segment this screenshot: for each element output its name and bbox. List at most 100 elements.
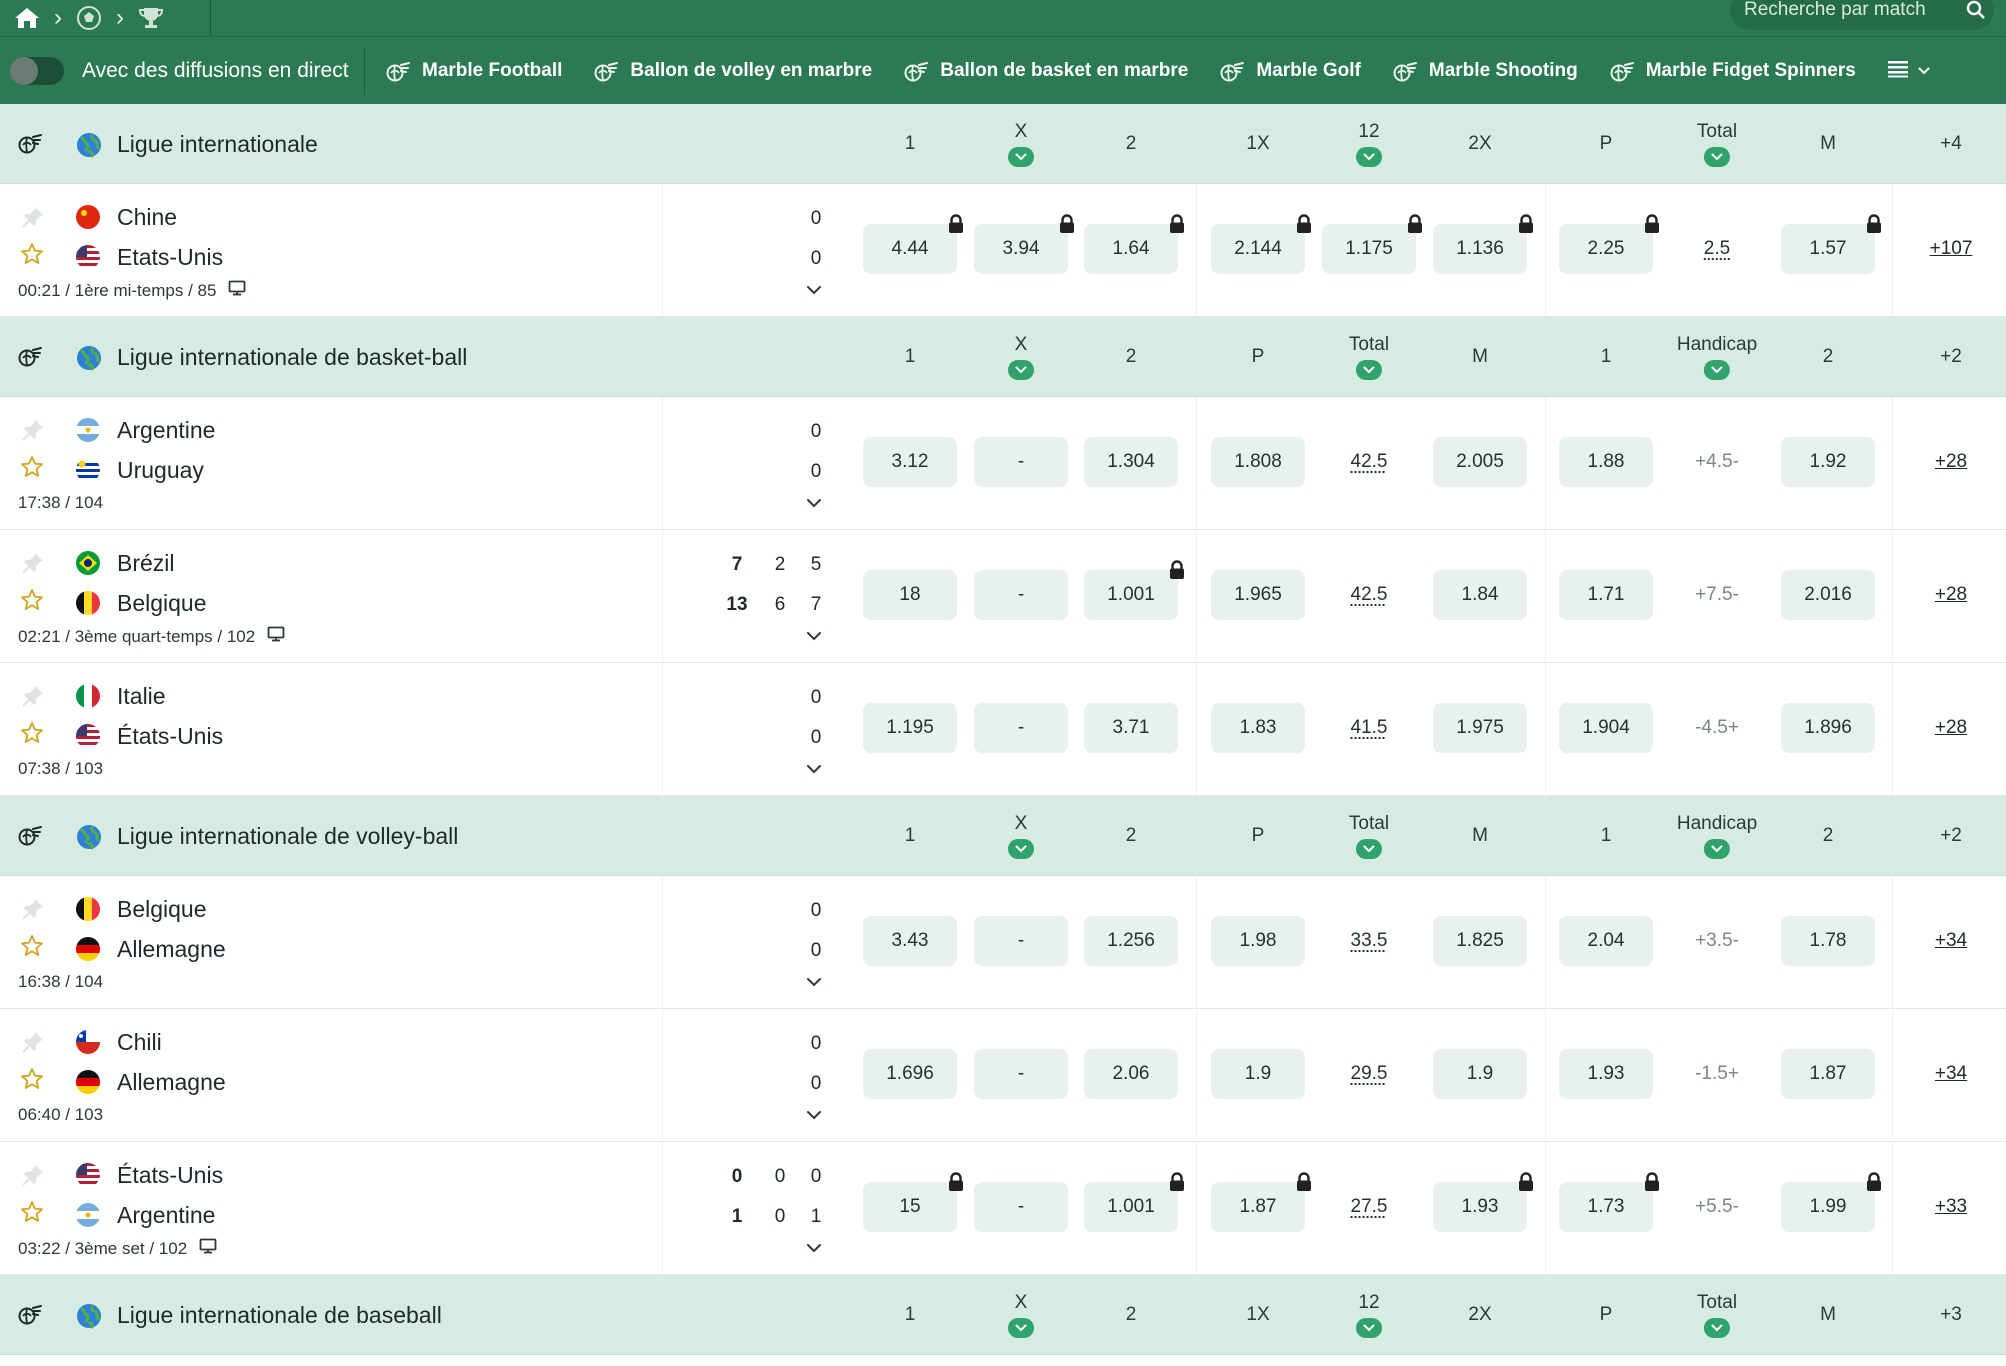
odd-button[interactable]: 3.71	[1084, 703, 1178, 753]
odd-button[interactable]: 1.88	[1559, 437, 1653, 487]
team-name[interactable]: Belgique	[117, 590, 207, 617]
category-tab[interactable]: Marble Fidget Spinners	[1610, 60, 1856, 82]
odd-button[interactable]: 1.896	[1781, 703, 1875, 753]
odd-button[interactable]: 1.195	[863, 703, 957, 753]
odd-button[interactable]: 1.78	[1781, 916, 1875, 966]
total-line-value[interactable]: 29.5	[1351, 1049, 1388, 1099]
odd-button[interactable]: -	[974, 1049, 1068, 1099]
market-column-header[interactable]: 12	[1356, 1275, 1382, 1355]
odd-button[interactable]: 1.71	[1559, 570, 1653, 620]
pin-icon[interactable]	[20, 683, 46, 714]
market-column-header[interactable]: Total	[1697, 104, 1737, 184]
odd-button[interactable]: 1.9	[1211, 1049, 1305, 1099]
chevron-down-icon[interactable]	[1703, 147, 1730, 167]
odd-button[interactable]: 1.304	[1084, 437, 1178, 487]
more-bets-link[interactable]: +34	[1935, 1049, 1967, 1099]
team-name[interactable]: Allemagne	[117, 936, 226, 963]
odd-button[interactable]: -	[974, 916, 1068, 966]
odd-button[interactable]: 1.001	[1084, 560, 1184, 620]
league-name[interactable]: Ligue internationale de basket-ball	[117, 317, 467, 397]
more-bets-link[interactable]: +33	[1935, 1182, 1967, 1232]
odd-button[interactable]: 1.87	[1211, 1172, 1311, 1232]
event-row[interactable]: Chili 0 Allemagne 0 06:40 / 103 1.696 - 2.06 1.9…	[0, 1009, 2006, 1142]
odd-button[interactable]: 1.92	[1781, 437, 1875, 487]
odd-button[interactable]: 1.73	[1559, 1172, 1659, 1232]
odd-button[interactable]: 2.016	[1781, 570, 1875, 620]
odd-button[interactable]: 1.57	[1781, 214, 1881, 274]
chevron-down-icon[interactable]	[1703, 1318, 1730, 1338]
live-stream-icon[interactable]	[228, 280, 246, 301]
odd-button[interactable]: 1.975	[1433, 703, 1527, 753]
event-row[interactable]: Chine 0 Etats-Unis 0 00:21 / 1ère mi-temps /…	[0, 184, 2006, 317]
odd-button[interactable]: 2.04	[1559, 916, 1653, 966]
league-header[interactable]: Ligue internationale 1 X 2 1X 12 2X P Total M +4	[0, 104, 2006, 184]
odd-button[interactable]: 1.001	[1084, 1172, 1184, 1232]
odd-button[interactable]: 1.825	[1433, 916, 1527, 966]
more-bets-link[interactable]: +34	[1935, 916, 1967, 966]
odd-button[interactable]: 1.175	[1322, 214, 1422, 274]
odd-button[interactable]: 1.9	[1433, 1049, 1527, 1099]
chevron-down-icon[interactable]	[1008, 1318, 1034, 1338]
team-name[interactable]: États-Unis	[117, 723, 223, 750]
event-row[interactable]: Belgique 0 Allemagne 0 16:38 / 104 3.43 - 1.256…	[0, 876, 2006, 1009]
soccer-ball-icon[interactable]	[76, 5, 102, 31]
odd-button[interactable]: 15	[863, 1172, 963, 1232]
pin-icon[interactable]	[20, 550, 46, 581]
category-tab[interactable]: Marble Golf	[1220, 60, 1361, 82]
odd-button[interactable]: 3.12	[863, 437, 957, 487]
expand-chevron-icon[interactable]	[806, 282, 822, 300]
total-line-value[interactable]: 2.5	[1704, 224, 1730, 274]
league-name[interactable]: Ligue internationale de baseball	[117, 1275, 442, 1355]
search-icon[interactable]	[1958, 0, 1994, 20]
chevron-down-icon[interactable]	[1704, 360, 1730, 380]
star-icon[interactable]	[20, 934, 44, 963]
market-column-header[interactable]: 12	[1356, 104, 1382, 184]
event-row[interactable]: Argentine 0 Uruguay 0 17:38 / 104 3.12 - 1.304 1…	[0, 397, 2006, 530]
search-input[interactable]: Recherche par match	[1744, 0, 1958, 21]
event-row[interactable]: Brézil 7 2 5 Belgique 13 6 7 02:21 / 3ème quart-…	[0, 530, 2006, 663]
odd-button[interactable]: 1.99	[1781, 1172, 1881, 1232]
live-stream-icon[interactable]	[267, 626, 285, 647]
star-icon[interactable]	[20, 455, 44, 484]
chevron-down-icon[interactable]	[1008, 839, 1034, 859]
total-line-value[interactable]: 33.5	[1351, 916, 1388, 966]
chevron-down-icon[interactable]	[1356, 147, 1382, 167]
more-categories-button[interactable]	[1887, 60, 1930, 83]
star-icon[interactable]	[20, 1067, 44, 1096]
more-bets-link[interactable]: +107	[1930, 224, 1973, 274]
odd-button[interactable]: 2.25	[1559, 214, 1659, 274]
league-header[interactable]: Ligue internationale de volley-ball 1 X 2 P T…	[0, 796, 2006, 876]
pin-icon[interactable]	[20, 1029, 46, 1060]
more-bets-link[interactable]: +28	[1935, 570, 1967, 620]
more-bets-link[interactable]: +28	[1935, 437, 1967, 487]
live-stream-icon[interactable]	[199, 1238, 217, 1259]
chevron-down-icon[interactable]	[1008, 360, 1034, 380]
odd-button[interactable]: 1.136	[1433, 214, 1533, 274]
star-icon[interactable]	[20, 588, 44, 617]
pin-icon[interactable]	[20, 417, 46, 448]
odd-button[interactable]: 1.93	[1433, 1172, 1533, 1232]
odd-button[interactable]: 2.144	[1211, 214, 1311, 274]
expand-chevron-icon[interactable]	[806, 761, 822, 779]
expand-chevron-icon[interactable]	[806, 628, 822, 646]
odd-button[interactable]: 1.696	[863, 1049, 957, 1099]
star-icon[interactable]	[20, 721, 44, 750]
pin-icon[interactable]	[20, 896, 46, 927]
event-row[interactable]: États-Unis 0 0 0 Argentine 1 0 1 03:22 / 3ème se…	[0, 1142, 2006, 1275]
category-tab[interactable]: Marble Football	[386, 60, 562, 82]
odd-button[interactable]: 1.904	[1559, 703, 1653, 753]
expand-chevron-icon[interactable]	[806, 974, 822, 992]
odd-button[interactable]: 1.98	[1211, 916, 1305, 966]
total-line-value[interactable]: 41.5	[1351, 703, 1388, 753]
market-column-header[interactable]: Handicap	[1677, 796, 1757, 876]
league-header[interactable]: Ligue internationale de baseball 1 X 2 1X 12 2…	[0, 1275, 2006, 1355]
odd-button[interactable]: 18	[863, 570, 957, 620]
odd-button[interactable]: -	[974, 437, 1068, 487]
team-name[interactable]: Etats-Unis	[117, 244, 223, 271]
league-name[interactable]: Ligue internationale	[117, 104, 318, 184]
chevron-down-icon[interactable]	[1355, 360, 1382, 380]
chevron-down-icon[interactable]	[1356, 1318, 1382, 1338]
live-stream-toggle[interactable]	[10, 57, 64, 85]
live-stream-filter[interactable]: Avec des diffusions en direct	[10, 37, 349, 105]
chevron-down-icon[interactable]	[1355, 839, 1382, 859]
